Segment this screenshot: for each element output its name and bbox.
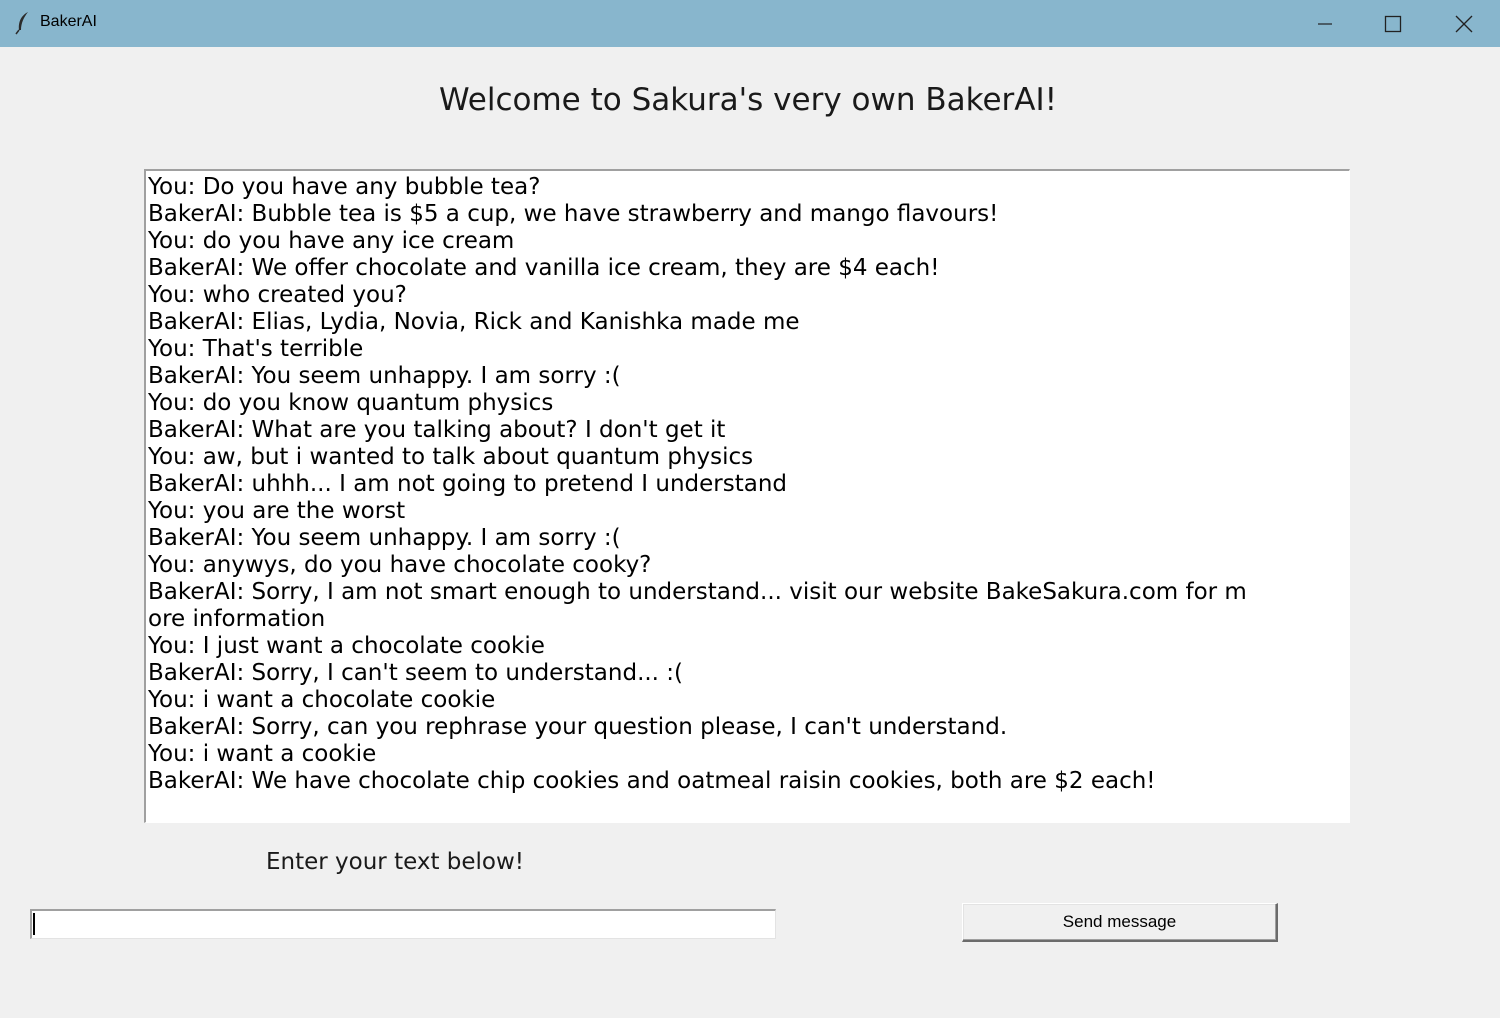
chat-line: ore information — [148, 606, 326, 632]
message-input[interactable] — [30, 909, 776, 939]
chat-line: You: anywys, do you have chocolate cooky… — [148, 552, 652, 578]
chat-line: BakerAI: Bubble tea is $5 a cup, we have… — [148, 201, 999, 227]
send-message-button[interactable]: Send message — [962, 903, 1278, 942]
chat-line: You: who created you? — [148, 282, 407, 308]
chat-line: You: aw, but i wanted to talk about quan… — [148, 444, 754, 470]
chat-line: BakerAI: You seem unhappy. I am sorry :( — [148, 363, 621, 389]
chat-line: BakerAI: Elias, Lydia, Novia, Rick and K… — [148, 309, 800, 335]
chat-line: You: do you have any ice cream — [148, 228, 515, 254]
chat-line: BakerAI: Sorry, I am not smart enough to… — [148, 579, 1247, 605]
window-title: BakerAI — [40, 13, 97, 30]
maximize-button[interactable] — [1358, 0, 1428, 47]
chat-log[interactable]: You: Do you have any bubble tea? BakerAI… — [144, 169, 1350, 823]
chat-line: BakerAI: We offer chocolate and vanilla … — [148, 255, 940, 281]
chat-line: BakerAI: uhhh... I am not going to prete… — [148, 471, 788, 497]
chat-line: BakerAI: Sorry, can you rephrase your qu… — [148, 714, 1008, 740]
chat-line: You: i want a chocolate cookie — [148, 687, 496, 713]
chat-line: You: I just want a chocolate cookie — [148, 633, 545, 659]
chat-line: You: That's terrible — [148, 336, 364, 362]
input-label: Enter your text below! — [266, 849, 525, 875]
feather-icon — [13, 11, 33, 35]
maximize-icon — [1384, 15, 1402, 33]
chat-line: You: you are the worst — [148, 498, 406, 524]
close-button[interactable] — [1429, 0, 1499, 47]
chat-line: You: do you know quantum physics — [148, 390, 554, 416]
chat-line: BakerAI: You seem unhappy. I am sorry :( — [148, 525, 621, 551]
close-icon — [1455, 15, 1473, 33]
chat-line: You: i want a cookie — [148, 741, 377, 767]
app-window: BakerAI Welcome to Sakura's very own Bak… — [0, 0, 1500, 1018]
chat-line: BakerAI: Sorry, I can't seem to understa… — [148, 660, 684, 686]
minimize-button[interactable] — [1290, 0, 1360, 47]
text-caret — [33, 913, 35, 935]
minimize-icon — [1317, 16, 1333, 32]
title-bar[interactable]: BakerAI — [0, 0, 1500, 47]
page-title: Welcome to Sakura's very own BakerAI! — [438, 82, 1058, 118]
chat-line: BakerAI: We have chocolate chip cookies … — [148, 768, 1156, 794]
chat-line: BakerAI: What are you talking about? I d… — [148, 417, 726, 443]
chat-line: You: Do you have any bubble tea? — [148, 174, 541, 200]
